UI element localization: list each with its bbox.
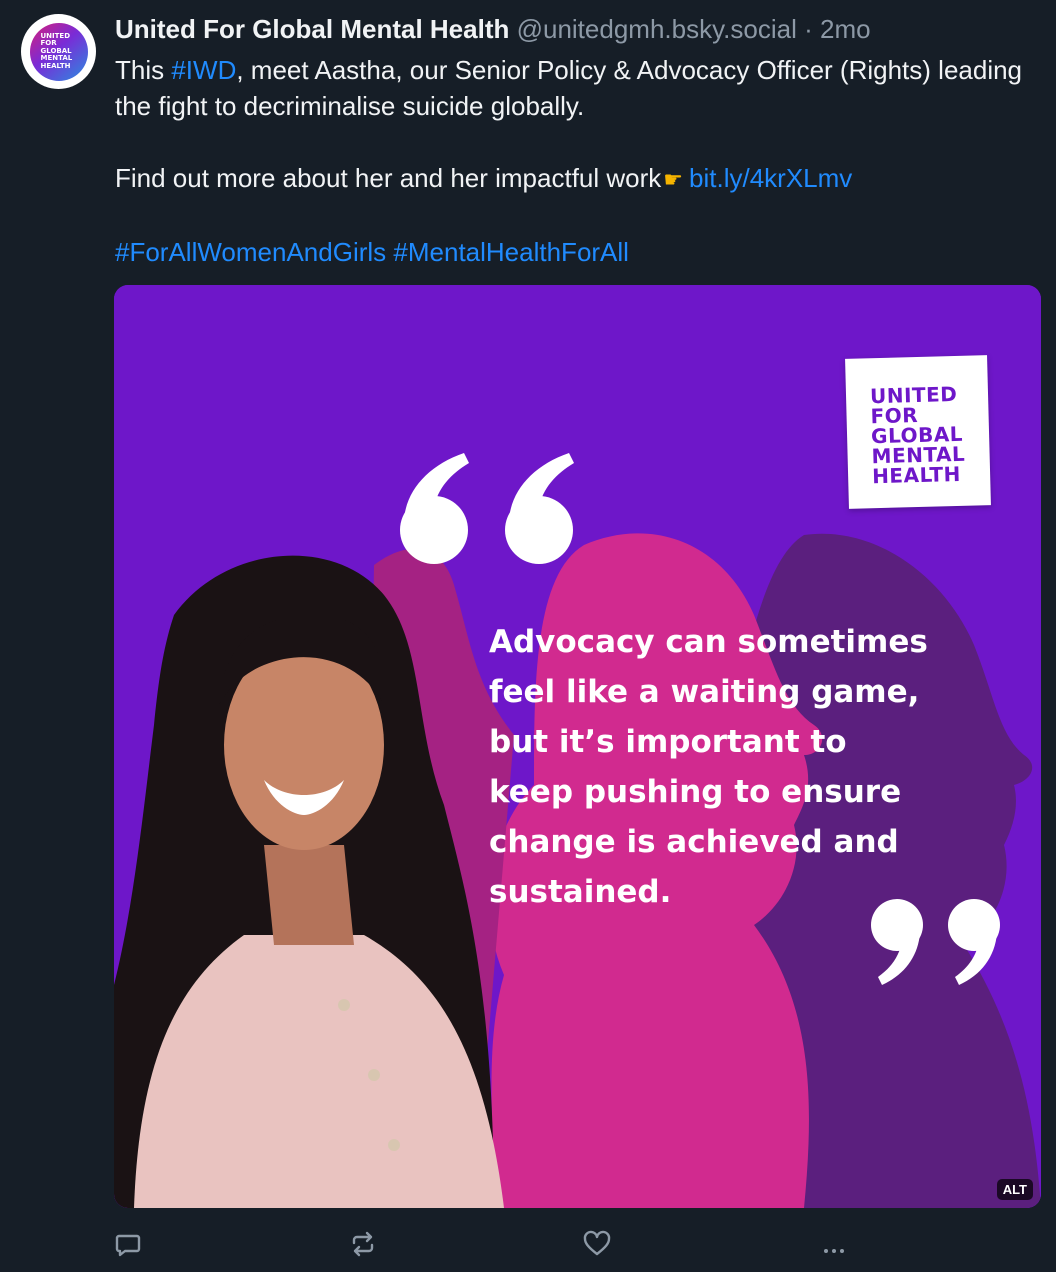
quote-line: Advocacy can sometimes bbox=[489, 624, 928, 660]
post-header: United For Global Mental Health @unitedg… bbox=[115, 13, 871, 45]
reply-button[interactable] bbox=[108, 1222, 148, 1266]
quote-text: Advocacy can sometimes feel like a waiti… bbox=[489, 617, 989, 917]
quote-line: keep pushing to ensure bbox=[489, 774, 902, 810]
avatar[interactable]: UNITED FOR GLOBAL MENTAL HEALTH bbox=[21, 14, 96, 89]
ufgmh-logo: UNITED FOR GLOBAL MENTAL HEALTH bbox=[845, 355, 991, 509]
post: UNITED FOR GLOBAL MENTAL HEALTH United F… bbox=[0, 0, 1056, 1272]
heart-icon bbox=[583, 1230, 611, 1256]
quote-line: but it’s important to bbox=[489, 724, 847, 760]
post-image[interactable]: UNITED FOR GLOBAL MENTAL HEALTH Advocacy… bbox=[114, 285, 1041, 1208]
logo-text: UNITED FOR GLOBAL MENTAL HEALTH bbox=[870, 382, 966, 489]
pointing-hand-icon: ☛ bbox=[663, 167, 684, 192]
repost-button[interactable] bbox=[343, 1222, 383, 1266]
logo-line: HEALTH bbox=[871, 461, 962, 489]
quote-line: change is achieved and bbox=[489, 824, 899, 860]
timestamp[interactable]: 2mo bbox=[820, 14, 871, 44]
post-paragraph-2: Find out more about her and her impactfu… bbox=[115, 160, 1035, 198]
avatar-logo: UNITED FOR GLOBAL MENTAL HEALTH bbox=[29, 22, 88, 81]
like-button[interactable] bbox=[577, 1222, 617, 1266]
hashtag-mentalhealthforall[interactable]: #MentalHealthForAll bbox=[393, 237, 629, 267]
display-name[interactable]: United For Global Mental Health bbox=[115, 14, 509, 44]
alt-badge[interactable]: ALT bbox=[996, 1179, 1033, 1200]
handle[interactable]: @unitedgmh.bsky.social bbox=[517, 14, 797, 44]
repost-icon bbox=[352, 1231, 374, 1257]
more-button[interactable] bbox=[814, 1222, 854, 1266]
text-segment: , meet Aastha, our Senior Policy & Advoc… bbox=[115, 55, 1023, 121]
more-dots-icon bbox=[824, 1249, 844, 1253]
separator: · bbox=[804, 14, 813, 44]
speech-bubble-icon bbox=[115, 1234, 141, 1257]
text-segment: This bbox=[115, 55, 172, 85]
post-link[interactable]: bit.ly/4krXLmv bbox=[689, 163, 852, 193]
avatar-logo-line: HEALTH bbox=[40, 61, 71, 70]
post-text: This #IWD, meet Aastha, our Senior Polic… bbox=[115, 52, 1035, 270]
hashtag-forallwomenandgirls[interactable]: #ForAllWomenAndGirls bbox=[115, 237, 386, 267]
quote-line: feel like a waiting game, bbox=[489, 674, 920, 710]
text-segment: Find out more about her and her impactfu… bbox=[115, 163, 662, 193]
post-paragraph-1: This #IWD, meet Aastha, our Senior Polic… bbox=[115, 52, 1035, 124]
hashtag-iwd[interactable]: #IWD bbox=[171, 55, 236, 85]
action-bar bbox=[0, 1222, 1056, 1266]
quote-line: sustained. bbox=[489, 874, 672, 910]
post-paragraph-3: #ForAllWomenAndGirls #MentalHealthForAll bbox=[115, 234, 1035, 270]
